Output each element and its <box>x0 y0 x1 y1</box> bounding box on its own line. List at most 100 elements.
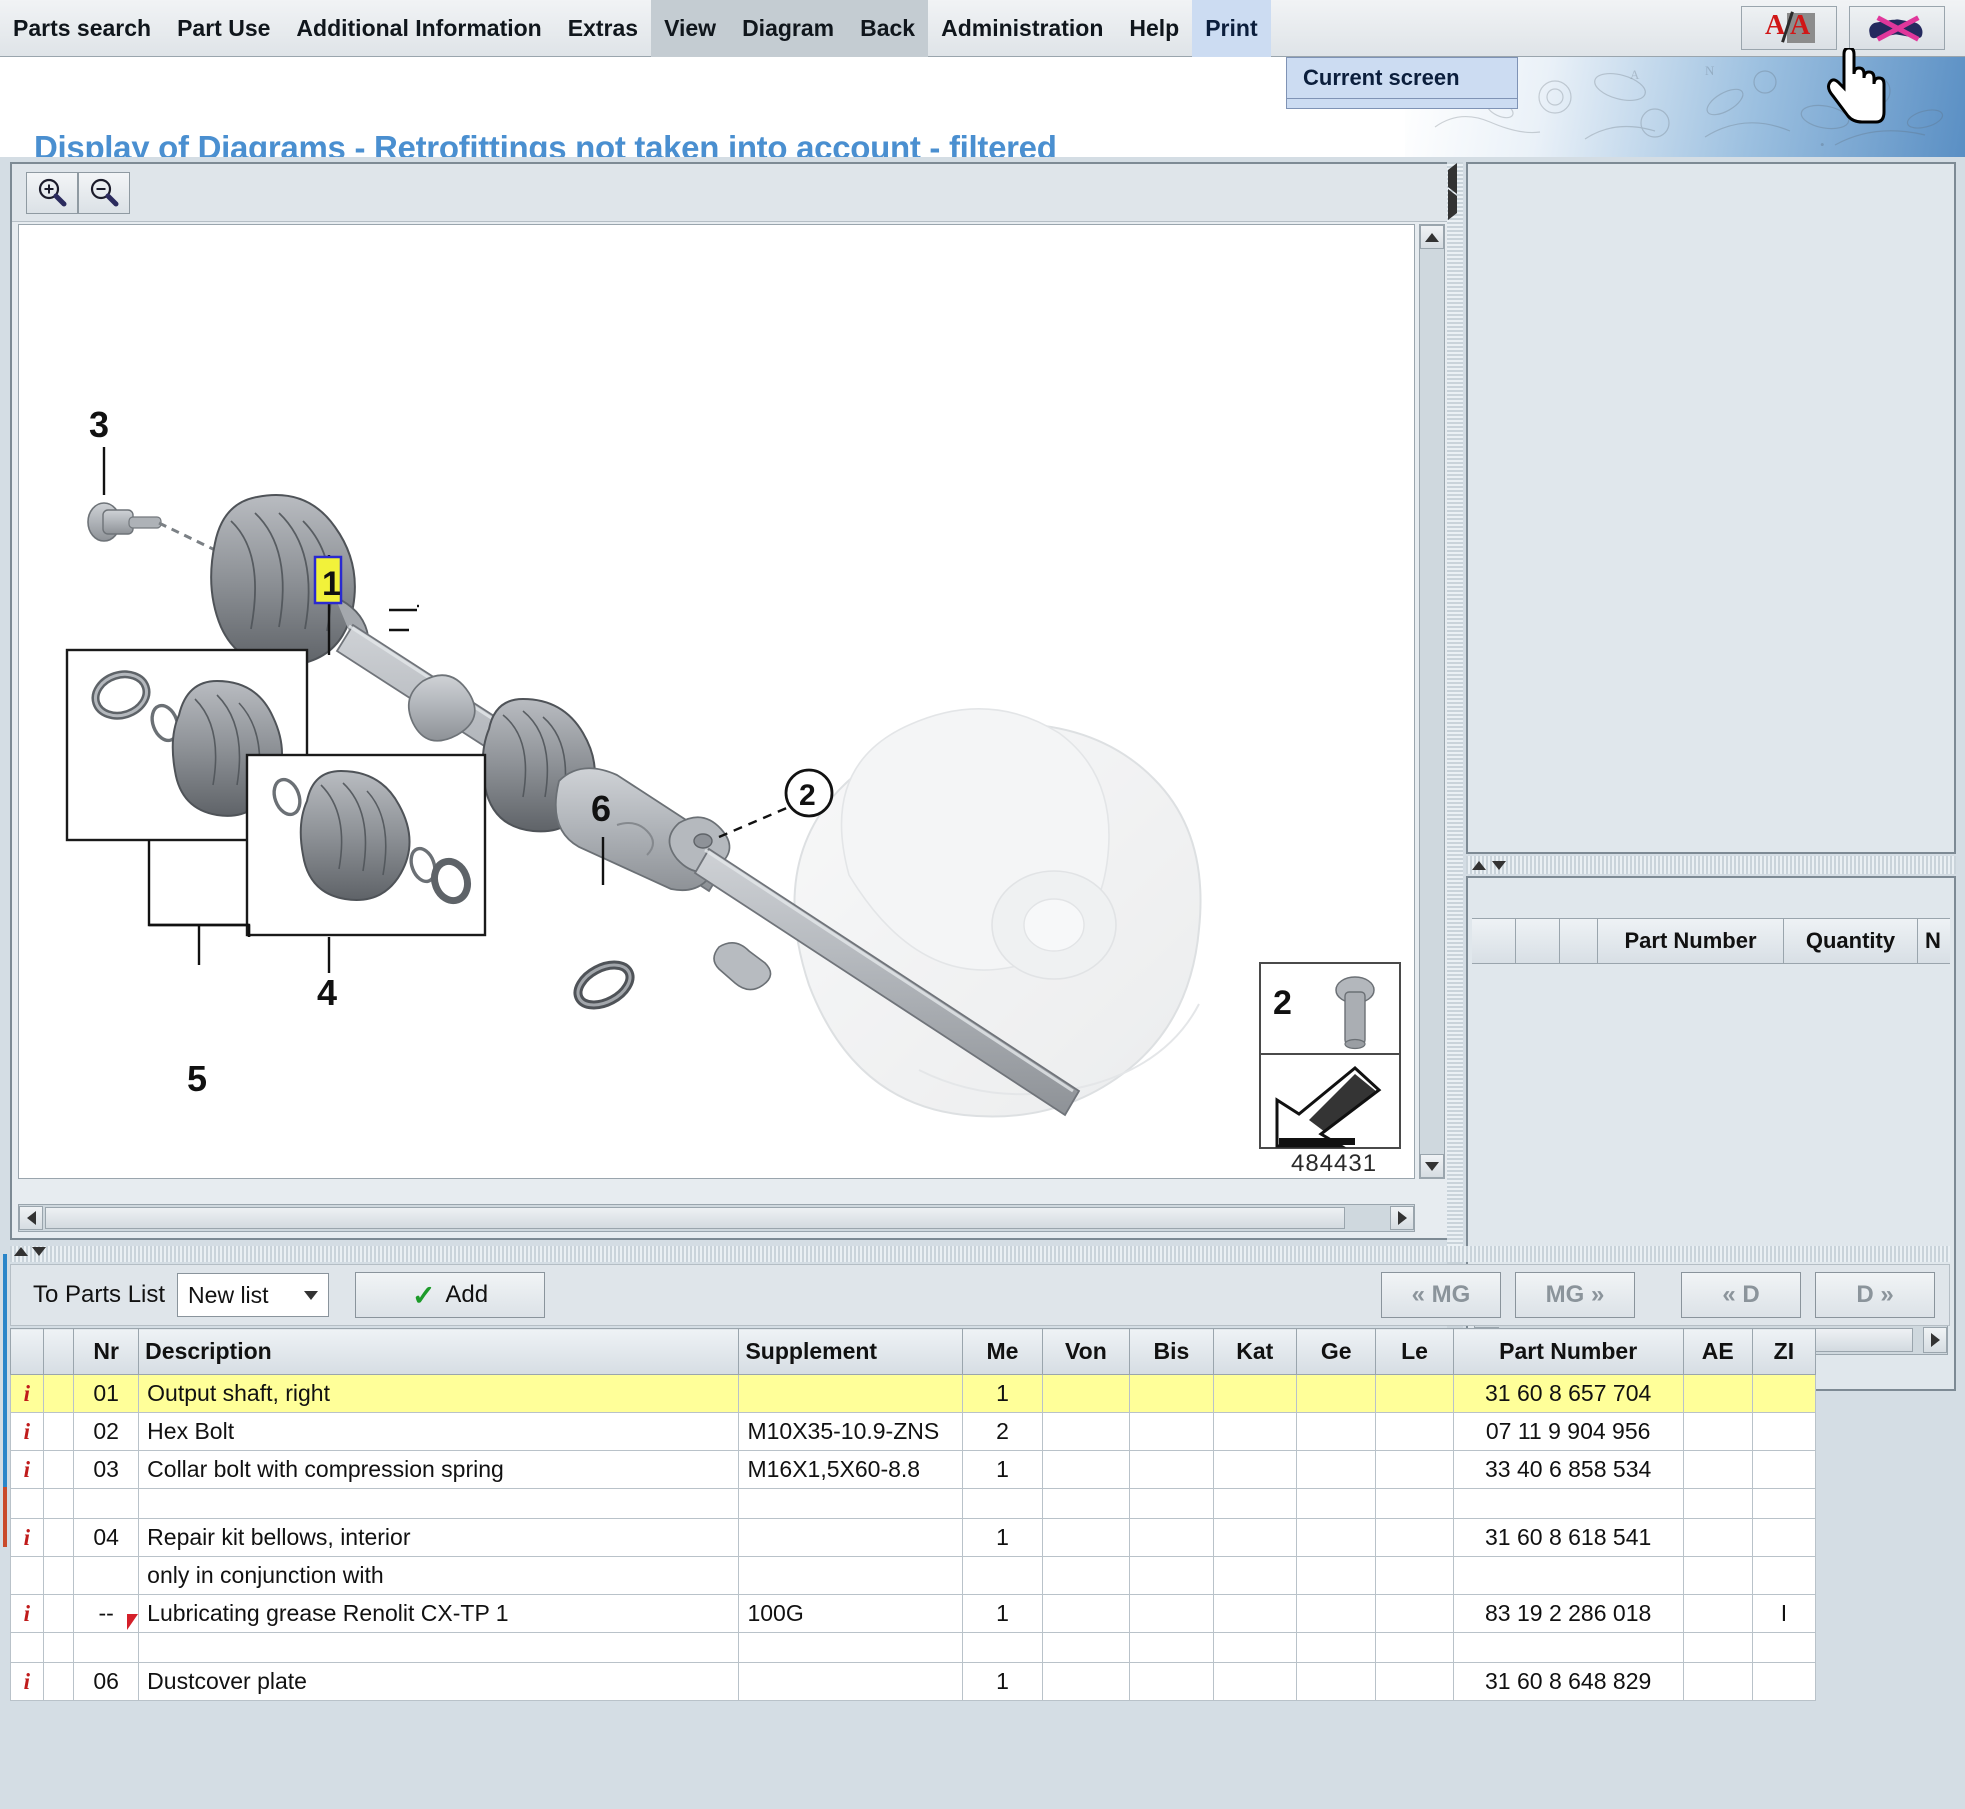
cell-nr <box>73 1556 140 1595</box>
parts-list-toolbar: To Parts List New list ✓ Add « MG MG » «… <box>10 1264 1950 1326</box>
diagram-scroll-left-button[interactable] <box>19 1206 43 1230</box>
th-zi[interactable]: ZI <box>1751 1328 1817 1375</box>
cell-bis <box>1129 1412 1214 1451</box>
diagram-scroll-down-button[interactable] <box>1420 1154 1444 1178</box>
diagram-vertical-scrollbar[interactable] <box>1419 224 1445 1179</box>
th-info[interactable] <box>10 1328 44 1375</box>
menu-item-view[interactable]: View <box>651 0 730 57</box>
parts-list-col-part-number[interactable]: Part Number <box>1598 919 1784 963</box>
next-main-group-button[interactable]: MG » <box>1515 1272 1635 1318</box>
hsplitter-up-icon[interactable] <box>14 1247 28 1256</box>
parts-list-col-n[interactable]: N <box>1918 919 1948 963</box>
menu-item-extras[interactable]: Extras <box>555 0 651 57</box>
cell-kat <box>1212 1374 1298 1413</box>
cell-nr <box>73 1488 140 1519</box>
menu-item-back[interactable]: Back <box>847 0 929 57</box>
diagram-zoom-in-button[interactable] <box>26 172 78 214</box>
parts-list-col-0[interactable] <box>1472 919 1516 963</box>
vertical-splitter[interactable] <box>1447 162 1463 1402</box>
vehicle-compare-button[interactable] <box>1849 6 1945 50</box>
th-nr[interactable]: Nr <box>73 1328 140 1375</box>
cell-bis <box>1129 1556 1214 1595</box>
parts-list-col-1[interactable] <box>1516 919 1560 963</box>
table-row[interactable]: i -- Lubricating grease Renolit CX-TP 1 100… <box>10 1594 1817 1633</box>
cell-le <box>1375 1594 1454 1633</box>
right-panel-splitter[interactable] <box>1466 856 1956 874</box>
cell-ae <box>1682 1594 1753 1633</box>
prev-diagram-button[interactable]: « D <box>1681 1272 1801 1318</box>
parts-list-col-2[interactable] <box>1560 919 1598 963</box>
cell-ge <box>1296 1374 1377 1413</box>
cell-zi <box>1751 1412 1817 1451</box>
print-menu-panel <box>1286 99 1518 109</box>
hsplitter-down-icon[interactable] <box>32 1247 46 1256</box>
cell-part_number: 83 19 2 286 018 <box>1452 1594 1684 1633</box>
table-row[interactable]: only in conjunction with <box>10 1556 1817 1595</box>
horizontal-splitter[interactable] <box>10 1246 1950 1262</box>
diagram-canvas[interactable]: 3 1 2 6 4 5 2 484431 <box>18 224 1415 1179</box>
table-row[interactable]: i 02 Hex Bolt M10X35-10.9-ZNS 2 07 11 9 904 9… <box>10 1412 1817 1451</box>
table-row-blank[interactable] <box>10 1632 1817 1663</box>
table-row-blank[interactable] <box>10 1488 1817 1519</box>
th-spacer[interactable] <box>42 1328 75 1375</box>
menu-item-additional-information[interactable]: Additional Information <box>283 0 554 57</box>
table-row[interactable]: i 04 Repair kit bellows, interior 1 31 60 8 … <box>10 1518 1817 1557</box>
language-translate-button[interactable]: AA <box>1741 6 1837 50</box>
cell-description: Dustcover plate <box>138 1662 740 1701</box>
cell-me <box>962 1556 1043 1595</box>
th-description[interactable]: Description <box>138 1328 740 1375</box>
callout-3: 3 <box>89 404 109 445</box>
splitter-collapse-left-button[interactable] <box>1448 163 1457 194</box>
menu-item-parts-search[interactable]: Parts search <box>0 0 164 57</box>
menu-item-print[interactable]: Print <box>1192 0 1271 57</box>
cell-le <box>1375 1518 1454 1557</box>
th-von[interactable]: Von <box>1041 1328 1131 1375</box>
add-button[interactable]: ✓ Add <box>355 1272 546 1318</box>
th-part-number[interactable]: Part Number <box>1452 1328 1684 1375</box>
cell-supplement <box>738 1488 964 1519</box>
menu-item-administration[interactable]: Administration <box>928 0 1116 57</box>
callout-4: 4 <box>317 972 337 1013</box>
table-row[interactable]: i 01 Output shaft, right 1 31 60 8 657 704 <box>10 1374 1817 1413</box>
cell-von <box>1041 1632 1131 1663</box>
cell-von <box>1041 1450 1131 1489</box>
parts-list-selector[interactable]: New list <box>177 1273 330 1317</box>
diagram-zoom-out-button[interactable] <box>78 172 130 214</box>
table-row[interactable]: i 03 Collar bolt with compression spring M1… <box>10 1450 1817 1489</box>
th-me[interactable]: Me <box>962 1328 1043 1375</box>
svg-text:•: • <box>1820 137 1825 152</box>
diagram-scroll-right-button[interactable] <box>1390 1206 1414 1230</box>
right-splitter-up-icon[interactable] <box>1472 860 1486 870</box>
menu-item-part-use[interactable]: Part Use <box>164 0 283 57</box>
next-diagram-button[interactable]: D » <box>1815 1272 1935 1318</box>
cell-supplement <box>738 1662 964 1701</box>
print-menu-item-current-screen[interactable]: Current screen <box>1286 57 1518 99</box>
cell-spacer <box>42 1374 75 1413</box>
table-row[interactable]: i 06 Dustcover plate 1 31 60 8 648 829 <box>10 1662 1817 1701</box>
parts-list-col-quantity[interactable]: Quantity <box>1784 919 1918 963</box>
diagram-horizontal-scrollbar[interactable] <box>18 1204 1415 1232</box>
menu-item-diagram[interactable]: Diagram <box>729 0 848 57</box>
th-le[interactable]: Le <box>1375 1328 1454 1375</box>
cell-bis <box>1129 1594 1214 1633</box>
output-shaft-exploded-diagram: 3 1 2 6 4 5 <box>65 404 1202 1118</box>
diagram-scroll-up-button[interactable] <box>1420 225 1444 249</box>
prev-main-group-button[interactable]: « MG <box>1381 1272 1501 1318</box>
cell-info: i <box>10 1594 44 1633</box>
cell-description <box>138 1632 740 1663</box>
right-preview-panel[interactable] <box>1466 162 1956 854</box>
th-ae[interactable]: AE <box>1682 1328 1753 1375</box>
splitter-collapse-right-button[interactable] <box>1448 189 1457 220</box>
cell-info <box>10 1488 44 1519</box>
cell-le <box>1375 1450 1454 1489</box>
th-supplement[interactable]: Supplement <box>738 1328 964 1375</box>
cell-me: 1 <box>962 1662 1043 1701</box>
right-splitter-down-icon[interactable] <box>1492 860 1506 870</box>
th-ge[interactable]: Ge <box>1296 1328 1377 1375</box>
parts-list-scroll-right-button[interactable] <box>1923 1327 1947 1353</box>
th-kat[interactable]: Kat <box>1212 1328 1298 1375</box>
menu-item-help[interactable]: Help <box>1116 0 1192 57</box>
th-bis[interactable]: Bis <box>1129 1328 1214 1375</box>
parts-list-selector-value: New list <box>188 1281 269 1308</box>
diagram-hscroll-thumb[interactable] <box>45 1207 1345 1229</box>
